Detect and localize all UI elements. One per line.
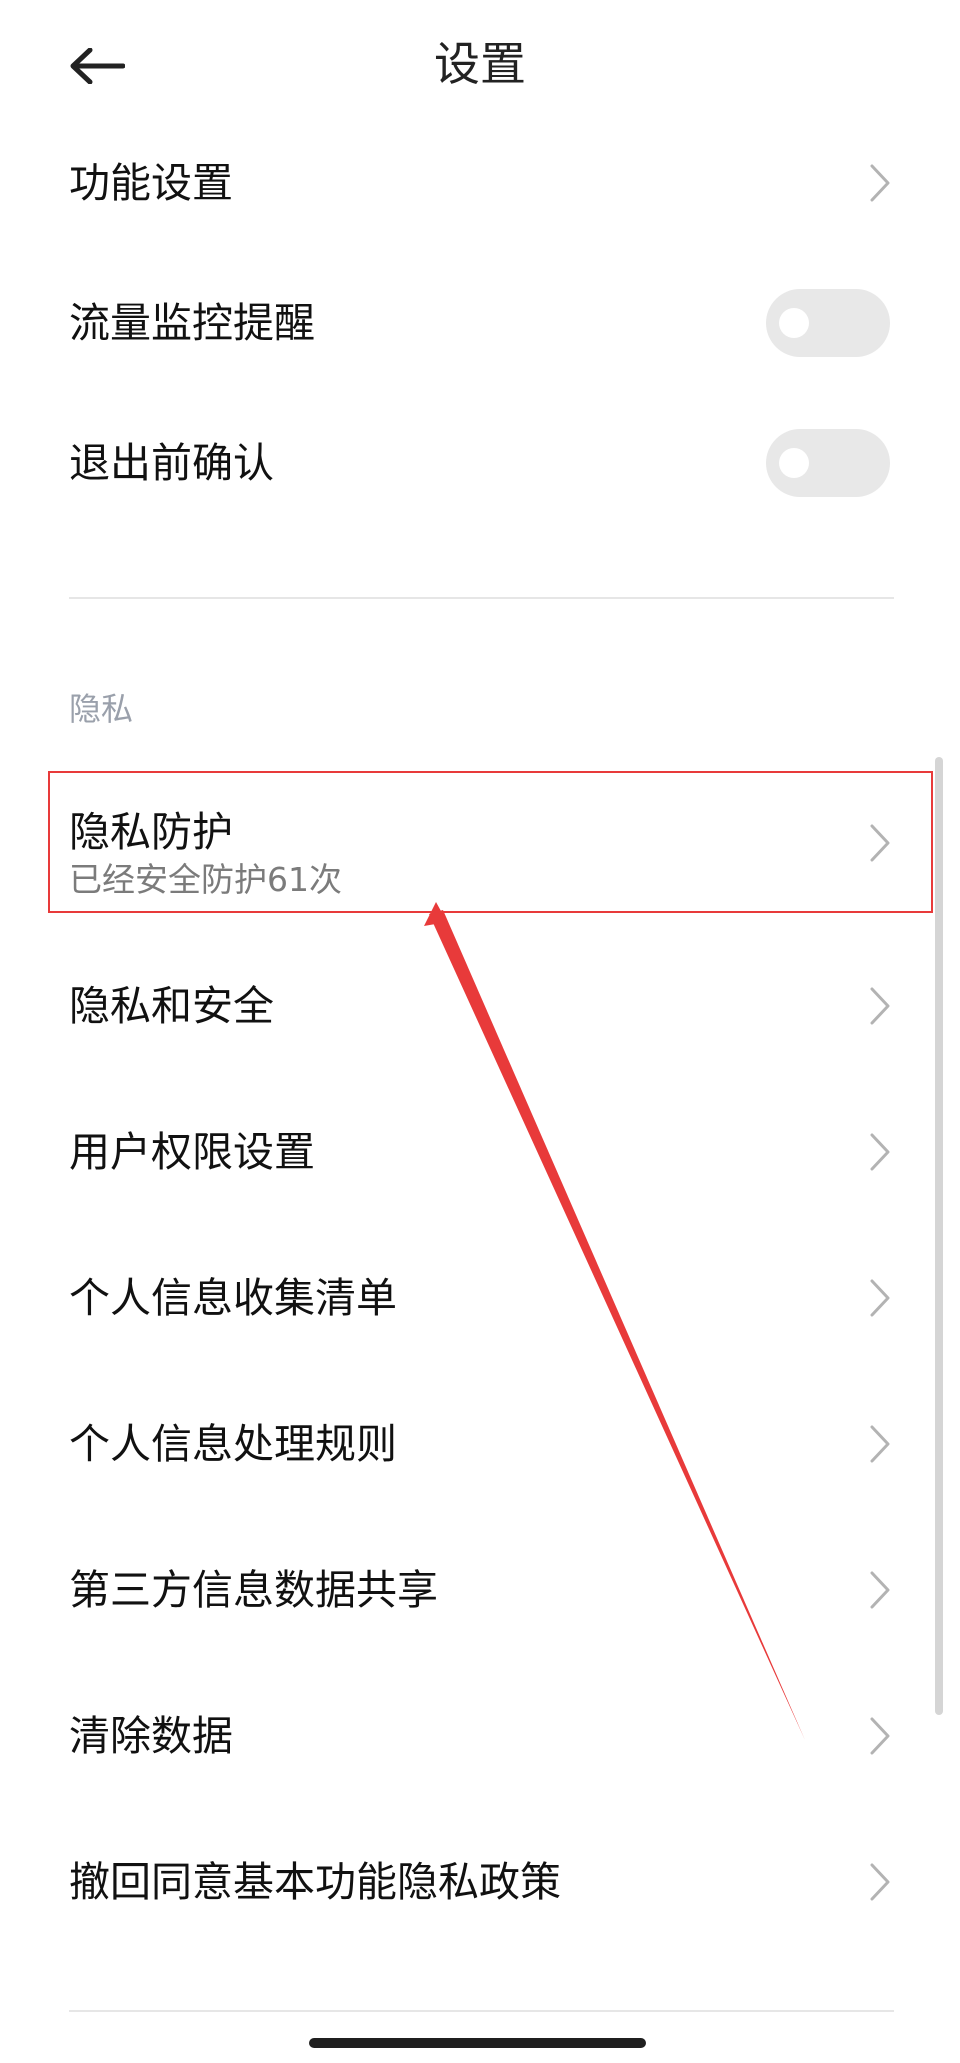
function-settings-row[interactable]: 功能设置	[0, 110, 960, 256]
chevron-right-icon	[870, 164, 890, 202]
settings-page: 设置 功能设置 流量监控提醒 退出前确认 隐私 隐私防护 已经安全防护61次 隐…	[0, 0, 960, 2063]
personal-info-collection-list-row[interactable]: 个人信息收集清单	[0, 1225, 960, 1371]
section-divider	[69, 597, 894, 599]
chevron-right-icon	[870, 1133, 890, 1171]
personal-info-processing-rules-row[interactable]: 个人信息处理规则	[0, 1371, 960, 1517]
user-permission-settings-row[interactable]: 用户权限设置	[0, 1079, 960, 1225]
traffic-monitor-reminder-row[interactable]: 流量监控提醒	[0, 250, 960, 396]
traffic-monitor-toggle[interactable]	[766, 289, 890, 357]
confirm-before-exit-row[interactable]: 退出前确认	[0, 390, 960, 536]
privacy-and-security-row[interactable]: 隐私和安全	[0, 933, 960, 1079]
page-title: 设置	[434, 37, 526, 91]
chevron-right-icon	[870, 824, 890, 861]
row-label: 退出前确认	[69, 439, 274, 487]
chevron-right-icon	[870, 1279, 890, 1317]
chevron-right-icon	[870, 1425, 890, 1463]
bottom-divider	[69, 2010, 894, 2012]
privacy-protection-row[interactable]: 隐私防护 已经安全防护61次	[0, 770, 960, 915]
chevron-right-icon	[870, 1571, 890, 1609]
toggle-knob	[779, 448, 809, 478]
confirm-before-exit-toggle[interactable]	[766, 429, 890, 497]
row-label: 第三方信息数据共享	[69, 1566, 438, 1614]
row-label: 隐私防护	[69, 808, 233, 856]
third-party-data-sharing-row[interactable]: 第三方信息数据共享	[0, 1517, 960, 1663]
row-label: 撤回同意基本功能隐私政策	[69, 1858, 561, 1906]
home-indicator[interactable]	[309, 2038, 646, 2048]
row-label: 功能设置	[69, 159, 233, 207]
chevron-right-icon	[870, 1863, 890, 1901]
scrollbar[interactable]	[935, 757, 943, 1715]
withdraw-consent-privacy-policy-row[interactable]: 撤回同意基本功能隐私政策	[0, 1809, 960, 1955]
row-label: 隐私和安全	[69, 982, 274, 1030]
chevron-right-icon	[870, 987, 890, 1025]
row-label: 清除数据	[69, 1712, 233, 1760]
privacy-section-title: 隐私	[69, 690, 134, 728]
row-subtitle: 已经安全防护61次	[69, 860, 342, 899]
clear-data-row[interactable]: 清除数据	[0, 1663, 960, 1809]
row-label: 个人信息处理规则	[69, 1420, 397, 1468]
row-label: 个人信息收集清单	[69, 1274, 397, 1322]
toggle-knob	[779, 308, 809, 338]
row-label: 用户权限设置	[69, 1128, 315, 1176]
row-label: 流量监控提醒	[69, 299, 315, 347]
chevron-right-icon	[870, 1717, 890, 1755]
